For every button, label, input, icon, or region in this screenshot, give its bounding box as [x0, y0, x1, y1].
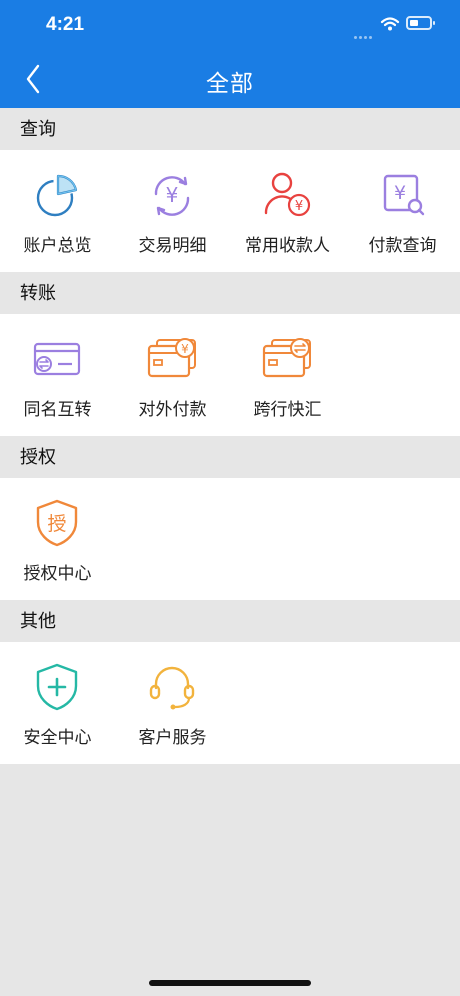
section-header-other: 其他: [0, 600, 460, 642]
signal-icon: [354, 26, 376, 39]
tile-transaction-details[interactable]: ¥ 交易明细: [115, 150, 230, 272]
yen-cycle-icon: ¥: [154, 176, 190, 216]
shield-plus-icon: [36, 663, 78, 711]
section-query: 账户总览 ¥ 交易明细 ¥ 常用收款人 ¥ 付款查询: [0, 150, 460, 272]
tile-label: 付款查询: [368, 236, 437, 255]
tile-label: 授权中心: [23, 564, 92, 583]
tile-authorization-center[interactable]: 授 授权中心: [0, 478, 115, 600]
tile-same-name-transfer[interactable]: 同名互转: [0, 314, 115, 436]
section-header-query: 查询: [0, 108, 460, 150]
card-transfer-icon: [262, 338, 311, 378]
tile-account-overview[interactable]: 账户总览: [0, 150, 115, 272]
payee-icon: ¥: [264, 172, 311, 217]
tile-label: 对外付款: [138, 400, 207, 419]
section-transfer: 同名互转 ¥ 对外付款 跨行快汇: [0, 314, 460, 436]
authorize-shield-icon: 授: [36, 499, 78, 547]
authorize-glyph: 授: [47, 513, 66, 535]
headset-icon: [149, 666, 195, 710]
yen-symbol: ¥: [166, 183, 179, 207]
page-title: 全部: [206, 70, 254, 96]
tile-security-center[interactable]: 安全中心: [0, 642, 115, 764]
tile-payment-inquiry[interactable]: ¥ 付款查询: [345, 150, 460, 272]
home-indicator: [149, 980, 311, 986]
tile-customer-service[interactable]: 客户服务: [115, 642, 230, 764]
wifi-icon: [380, 17, 400, 31]
yen-symbol: ¥: [394, 182, 406, 204]
tile-label: 客户服务: [138, 728, 207, 747]
yen-search-icon: ¥: [383, 174, 425, 216]
tile-external-payment[interactable]: ¥ 对外付款: [115, 314, 230, 436]
header-bar: 4:21 全部: [0, 0, 460, 108]
battery-icon: [406, 16, 435, 30]
tile-label: 安全中心: [23, 728, 92, 747]
yen-symbol: ¥: [295, 199, 303, 214]
section-authorization: 授 授权中心: [0, 478, 460, 600]
yen-symbol: ¥: [181, 342, 189, 356]
section-other: 安全中心 客户服务: [0, 642, 460, 764]
pie-chart-icon: [36, 174, 78, 217]
tile-label: 跨行快汇: [253, 400, 322, 419]
status-time: 4:21: [46, 14, 85, 35]
tile-label: 账户总览: [23, 236, 92, 255]
tile-label: 交易明细: [138, 236, 207, 255]
section-header-authorization: 授权: [0, 436, 460, 478]
card-yen-icon: ¥: [147, 338, 196, 378]
card-exchange-icon: [33, 342, 81, 376]
tile-frequent-payees[interactable]: ¥ 常用收款人: [230, 150, 345, 272]
tile-interbank-remit[interactable]: 跨行快汇: [230, 314, 345, 436]
tile-label: 同名互转: [23, 400, 92, 419]
section-header-transfer: 转账: [0, 272, 460, 314]
tile-label: 常用收款人: [245, 236, 330, 255]
